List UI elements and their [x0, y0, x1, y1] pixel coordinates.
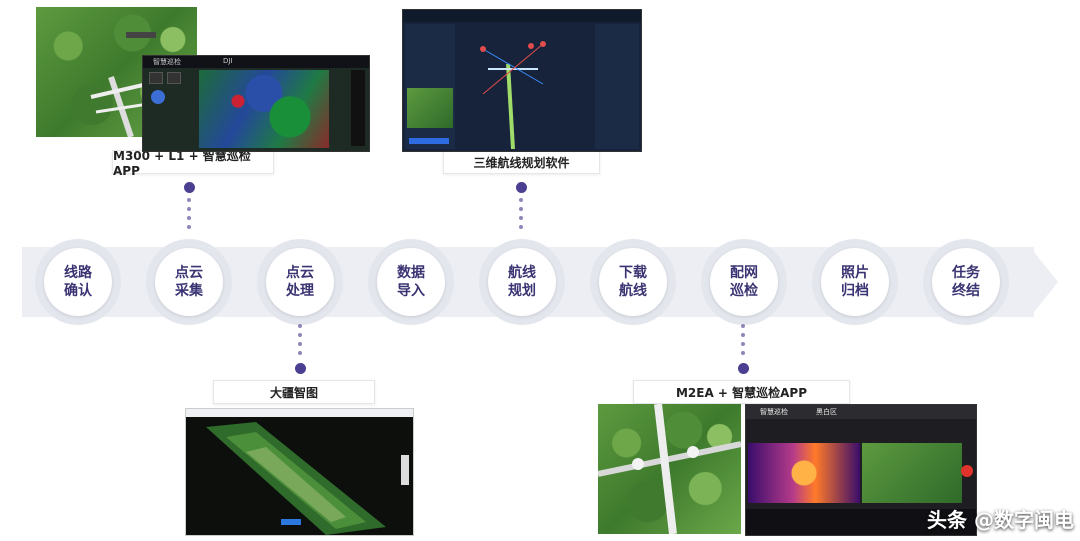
- connector-dot: [295, 363, 306, 374]
- app-titlebar: 智慧巡检 DJI: [143, 56, 369, 68]
- process-arrow-head: [1030, 247, 1058, 317]
- route-planning-screen: [402, 9, 642, 152]
- connector-dot-small: [741, 333, 745, 337]
- step-label: 任务 终结: [932, 248, 1000, 316]
- connector-dot: [738, 363, 749, 374]
- app-title: 智慧巡检: [153, 58, 181, 66]
- connector-dot-small: [519, 198, 523, 202]
- connector-dot-small: [187, 198, 191, 202]
- connector-dot-small: [298, 324, 302, 328]
- connector-dot-small: [741, 351, 745, 355]
- connector-dot-small: [298, 342, 302, 346]
- step-data-import: 数据 导入: [368, 239, 454, 325]
- planner-left-panel: [405, 24, 455, 149]
- connector-dot-small: [298, 351, 302, 355]
- right-toolbar: [351, 70, 365, 146]
- connector-dot-small: [298, 333, 302, 337]
- connector-dot-small: [187, 207, 191, 211]
- tower-3d-view: [480, 41, 546, 149]
- step-photo-archive: 照片 归档: [812, 239, 898, 325]
- step-label: 配网 巡检: [710, 248, 778, 316]
- connector-dot-small: [519, 225, 523, 229]
- tab-area[interactable]: 黑白区: [816, 407, 837, 417]
- thermal-topbar: 智慧巡检 黑白区: [746, 405, 976, 419]
- zoom-controls[interactable]: [401, 455, 409, 485]
- step-label: 照片 归档: [821, 248, 889, 316]
- step-label: 点云 处理: [266, 248, 334, 316]
- connector-dot-small: [519, 207, 523, 211]
- pointcloud-app-screen: 智慧巡检 DJI: [142, 55, 370, 152]
- caption-route-software: 三维航线规划软件: [443, 150, 600, 174]
- connector-dot: [516, 182, 527, 193]
- pointcloud-corridor: [206, 422, 386, 535]
- thermal-view: [748, 443, 860, 503]
- connector-dot: [184, 182, 195, 193]
- insulator-photo: [598, 404, 741, 534]
- brand-label: DJI: [223, 57, 233, 65]
- step-route-planning: 航线 规划: [479, 239, 565, 325]
- planner-action-button[interactable]: [409, 138, 449, 144]
- thumbnail-photo: [407, 88, 453, 128]
- step-label: 数据 导入: [377, 248, 445, 316]
- dji-terra-screen: [185, 408, 414, 536]
- shutter-button[interactable]: [961, 465, 973, 477]
- step-task-end: 任务 终结: [923, 239, 1009, 325]
- planner-titlebar: [403, 10, 641, 22]
- step-label: 点云 采集: [155, 248, 223, 316]
- step-pointcloud-collect: 点云 采集: [146, 239, 232, 325]
- step-line-confirm: 线路 确认: [35, 239, 121, 325]
- step-label: 下载 航线: [599, 248, 667, 316]
- tab-app[interactable]: 智慧巡检: [760, 407, 788, 417]
- watermark: 头条 @数字闽电: [927, 508, 1074, 532]
- connector-dot-small: [519, 216, 523, 220]
- step-pointcloud-process: 点云 处理: [257, 239, 343, 325]
- visible-view: [862, 443, 962, 503]
- home-icon[interactable]: [149, 72, 163, 84]
- record-button[interactable]: [151, 90, 165, 104]
- connector-dot-small: [187, 225, 191, 229]
- connector-dot-small: [741, 342, 745, 346]
- caption-m2ea: M2EA + 智慧巡检APP: [633, 380, 850, 404]
- step-inspection: 配网 巡检: [701, 239, 787, 325]
- insulator-graphic: [598, 404, 741, 534]
- step-label: 线路 确认: [44, 248, 112, 316]
- step-label: 航线 规划: [488, 248, 556, 316]
- terra-titlebar: [186, 409, 413, 417]
- connector-dot-small: [741, 324, 745, 328]
- step-route-download: 下载 航线: [590, 239, 676, 325]
- connector-dot-small: [187, 216, 191, 220]
- tool-icon[interactable]: [167, 72, 181, 84]
- caption-dji-terra: 大疆智图: [213, 380, 375, 404]
- pointcloud-view: [199, 70, 329, 148]
- waypoint-list-panel: [595, 24, 639, 149]
- caption-m300-l1: M300 + L1 + 智慧巡检APP: [112, 149, 274, 178]
